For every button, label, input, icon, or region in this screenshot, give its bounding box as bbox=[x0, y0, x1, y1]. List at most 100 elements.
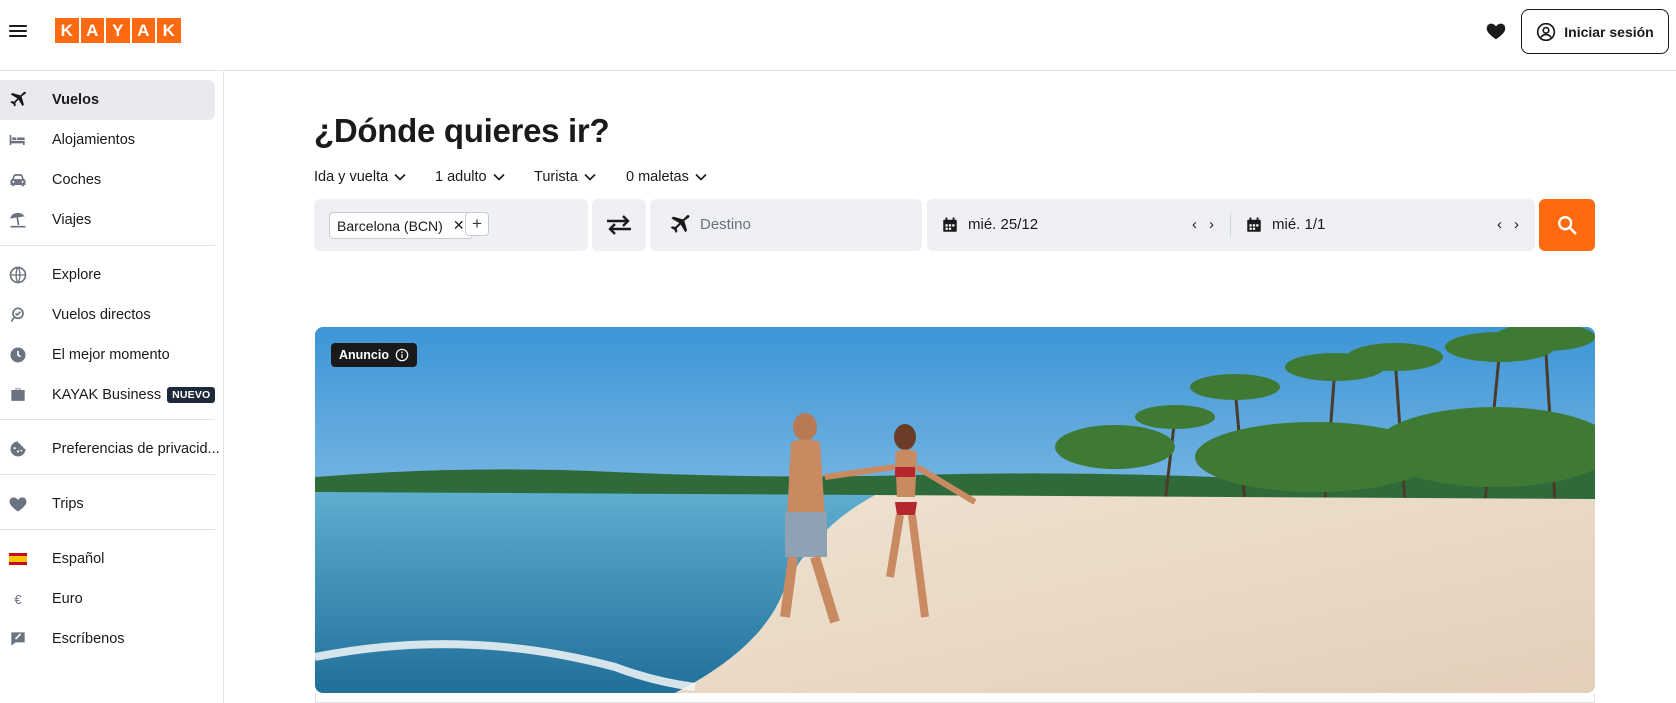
globe-icon bbox=[8, 265, 28, 285]
info-icon bbox=[395, 348, 409, 362]
euro-icon: € bbox=[14, 591, 22, 607]
sidebar-item-explore[interactable]: Explore bbox=[0, 255, 215, 295]
destination-field[interactable]: Destino bbox=[650, 199, 922, 251]
close-icon[interactable]: ✕ bbox=[453, 217, 465, 234]
logo-letter: K bbox=[55, 18, 79, 43]
signin-button[interactable]: Iniciar sesión bbox=[1521, 9, 1669, 54]
bags-dropdown[interactable]: 0 maletas bbox=[626, 169, 707, 185]
sidebar-item-espanol[interactable]: Español bbox=[0, 539, 215, 579]
swap-button[interactable] bbox=[592, 199, 646, 251]
page-title: ¿Dónde quieres ir? bbox=[314, 112, 610, 149]
hamburger-icon[interactable] bbox=[9, 22, 27, 40]
sidebar-item-label: Alojamientos bbox=[52, 132, 136, 148]
add-origin-button[interactable]: + bbox=[465, 212, 489, 236]
bags-label: 0 maletas bbox=[626, 169, 689, 185]
travelers-label: 1 adulto bbox=[435, 169, 487, 185]
sidebar-item-euro[interactable]: € Euro bbox=[0, 579, 215, 619]
chevron-left-icon[interactable]: ‹ bbox=[1192, 216, 1197, 233]
trip-type-dropdown[interactable]: Ida y vuelta bbox=[314, 169, 406, 185]
beach-photo bbox=[315, 327, 1595, 693]
search-button[interactable] bbox=[1539, 199, 1595, 251]
sidebar-divider bbox=[0, 529, 215, 530]
direct-flights-icon bbox=[8, 305, 28, 325]
chevron-down-icon bbox=[695, 173, 707, 181]
cabin-dropdown[interactable]: Turista bbox=[534, 169, 596, 185]
chevron-right-icon[interactable]: › bbox=[1514, 216, 1519, 233]
sidebar-item-label: Coches bbox=[52, 172, 102, 188]
ad-banner-footer bbox=[315, 693, 1595, 703]
travelers-dropdown[interactable]: 1 adulto bbox=[435, 169, 505, 185]
sidebar-item-label: Euro bbox=[52, 591, 83, 607]
sidebar-item-label: Explore bbox=[52, 267, 102, 283]
chevron-down-icon bbox=[584, 173, 596, 181]
sidebar-item-trips[interactable]: Trips bbox=[0, 484, 215, 524]
heart-icon bbox=[8, 494, 28, 514]
cabin-label: Turista bbox=[534, 169, 578, 185]
sidebar-item-label: Vuelos directos bbox=[52, 307, 151, 323]
bed-icon bbox=[8, 130, 28, 150]
chevron-left-icon[interactable]: ‹ bbox=[1497, 216, 1502, 233]
plane-icon bbox=[8, 90, 28, 110]
top-header: K A Y A K Iniciar sesión bbox=[0, 0, 1676, 71]
return-date-value: mié. 1/1 bbox=[1272, 216, 1326, 233]
sidebar-item-vuelos-directos[interactable]: Vuelos directos bbox=[0, 295, 215, 335]
swap-arrows-icon bbox=[607, 215, 631, 235]
sidebar-item-kayak-business[interactable]: KAYAK Business NUEVO bbox=[0, 375, 216, 415]
user-circle-icon bbox=[1537, 22, 1556, 41]
sidebar-item-label: Preferencias de privacid... bbox=[52, 441, 220, 457]
beach-umbrella-icon bbox=[8, 210, 28, 230]
sidebar-item-privacidad[interactable]: Preferencias de privacid... bbox=[0, 429, 220, 469]
briefcase-icon bbox=[8, 385, 28, 405]
depart-date-field[interactable]: mié. 25/12 ‹ › bbox=[927, 199, 1230, 251]
logo-letter: A bbox=[131, 18, 155, 43]
sidebar-item-vuelos[interactable]: Vuelos bbox=[0, 80, 215, 120]
origin-chip-label: Barcelona (BCN) bbox=[337, 217, 443, 234]
destination-placeholder: Destino bbox=[700, 216, 751, 233]
spain-flag-icon bbox=[8, 549, 28, 569]
sidebar-item-label-wrap: KAYAK Business NUEVO bbox=[52, 387, 216, 403]
signin-label: Iniciar sesión bbox=[1564, 23, 1654, 40]
origin-chip: Barcelona (BCN) ✕ bbox=[329, 212, 473, 239]
ad-banner[interactable]: Anuncio bbox=[315, 327, 1595, 693]
sidebar-divider bbox=[0, 245, 215, 246]
kayak-logo[interactable]: K A Y A K bbox=[55, 18, 181, 43]
clock-icon bbox=[8, 345, 28, 365]
calendar-icon bbox=[1247, 217, 1261, 232]
sidebar-divider bbox=[0, 474, 215, 475]
trip-type-label: Ida y vuelta bbox=[314, 169, 389, 185]
sidebar-item-el-mejor-momento[interactable]: El mejor momento bbox=[0, 335, 215, 375]
chevron-right-icon[interactable]: › bbox=[1209, 216, 1214, 233]
sidebar-divider bbox=[0, 419, 215, 420]
logo-letter: K bbox=[157, 18, 181, 43]
depart-date-value: mié. 25/12 bbox=[968, 216, 1039, 233]
sidebar-item-label: Escríbenos bbox=[52, 631, 125, 647]
sidebar-item-alojamientos[interactable]: Alojamientos bbox=[0, 120, 215, 160]
sidebar-item-label: KAYAK Business bbox=[52, 387, 162, 403]
car-icon bbox=[8, 170, 28, 190]
return-date-field[interactable]: mié. 1/1 ‹ › bbox=[1231, 199, 1535, 251]
ad-label: Anuncio bbox=[339, 348, 389, 362]
sidebar-item-label: Vuelos bbox=[52, 92, 100, 108]
cookie-icon bbox=[8, 439, 28, 459]
search-icon bbox=[1558, 216, 1577, 235]
chevron-down-icon bbox=[493, 173, 505, 181]
heart-icon[interactable] bbox=[1485, 20, 1507, 42]
sidebar-item-label: Viajes bbox=[52, 212, 92, 228]
sidebar-item-viajes[interactable]: Viajes bbox=[0, 200, 215, 240]
sidebar-item-escribenos[interactable]: Escríbenos bbox=[0, 619, 215, 659]
chevron-down-icon bbox=[394, 173, 406, 181]
sidebar: Vuelos Alojamientos Coches Viajes Explor… bbox=[0, 71, 224, 703]
new-badge: NUEVO bbox=[167, 387, 216, 403]
ad-badge[interactable]: Anuncio bbox=[331, 343, 417, 367]
sidebar-item-label: Español bbox=[52, 551, 105, 567]
sidebar-item-label: Trips bbox=[52, 496, 84, 512]
calendar-icon bbox=[943, 217, 957, 232]
origin-field[interactable]: Barcelona (BCN) ✕ + bbox=[314, 199, 588, 251]
sidebar-item-coches[interactable]: Coches bbox=[0, 160, 215, 200]
feedback-icon bbox=[8, 629, 28, 649]
logo-letter: A bbox=[80, 18, 104, 43]
plane-icon bbox=[670, 215, 690, 233]
dates-field: mié. 25/12 ‹ › mié. 1/1 ‹ › bbox=[927, 199, 1535, 251]
sidebar-item-label: El mejor momento bbox=[52, 347, 170, 363]
logo-letter: Y bbox=[106, 18, 130, 43]
